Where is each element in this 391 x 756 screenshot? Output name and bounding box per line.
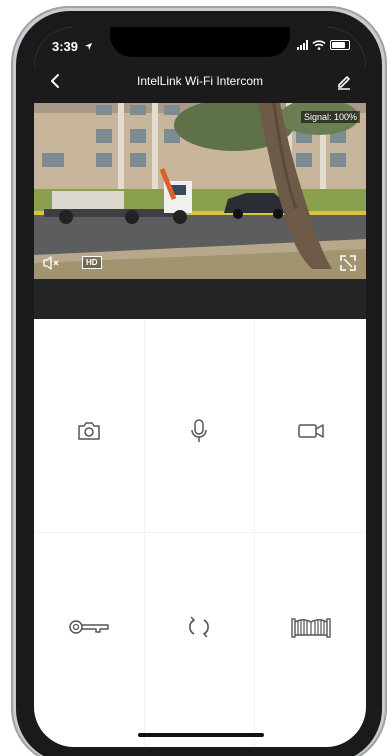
speaker-mute-icon[interactable] [42, 255, 60, 271]
wifi-icon [312, 40, 326, 50]
camera-icon [78, 421, 100, 440]
video-control-bar [34, 279, 366, 319]
gate-icon [290, 618, 331, 638]
fullscreen-icon[interactable] [340, 255, 356, 271]
refresh-icon [189, 616, 210, 638]
status-icons [297, 40, 350, 50]
talk-button[interactable] [144, 319, 256, 533]
signal-strength-label: Signal: 100% [300, 111, 360, 123]
record-button[interactable] [255, 319, 366, 533]
home-indicator[interactable] [138, 733, 264, 737]
status-time-text: 3:39 [52, 39, 79, 54]
edit-button[interactable] [334, 71, 354, 91]
switch-button[interactable] [145, 533, 256, 747]
control-grid [34, 319, 366, 747]
page-title: IntelLink Wi-Fi Intercom [136, 74, 264, 88]
battery-icon [330, 40, 350, 50]
snapshot-button[interactable] [34, 319, 145, 533]
gate-button[interactable] [255, 533, 366, 747]
notch [110, 27, 290, 57]
unlock-button[interactable] [34, 533, 145, 747]
location-arrow-icon [84, 42, 92, 51]
status-time: 3:39 [52, 39, 93, 54]
video-scene [34, 103, 366, 279]
video-camera-icon [297, 423, 324, 438]
key-icon [69, 620, 109, 634]
cellular-signal-icon [297, 40, 308, 50]
live-video-feed[interactable]: Signal: 100% HD [34, 103, 366, 279]
hd-toggle-button[interactable]: HD [82, 256, 102, 269]
app-screen: 3:39 IntelLink Wi-Fi Intercom Signal: 10… [34, 27, 366, 747]
microphone-icon [191, 418, 208, 442]
